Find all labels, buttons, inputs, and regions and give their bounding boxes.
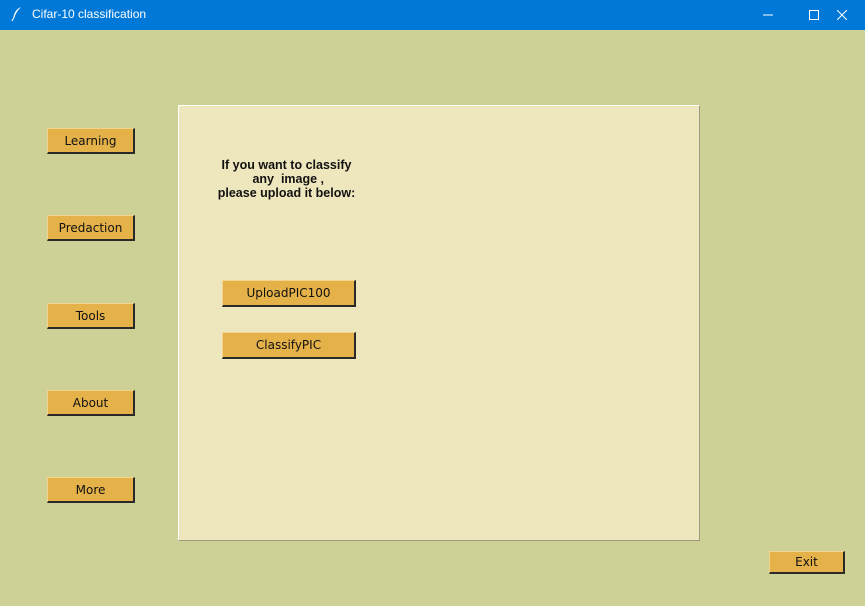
classify-pic-button[interactable]: ClassifyPIC bbox=[222, 332, 356, 359]
close-icon bbox=[837, 10, 847, 20]
exit-button[interactable]: Exit bbox=[769, 551, 845, 574]
close-button[interactable] bbox=[819, 0, 865, 30]
about-button[interactable]: About bbox=[47, 390, 135, 416]
tools-button[interactable]: Tools bbox=[47, 303, 135, 329]
feather-icon bbox=[10, 6, 24, 22]
minimize-button[interactable] bbox=[745, 0, 791, 30]
minimize-icon bbox=[763, 10, 773, 20]
app-window: Cifar-10 classification Learning Predact… bbox=[0, 0, 865, 606]
more-button[interactable]: More bbox=[47, 477, 135, 503]
title-bar[interactable]: Cifar-10 classification bbox=[0, 0, 865, 30]
upload-instructions: If you want to classify any image , plea… bbox=[217, 158, 356, 200]
maximize-icon bbox=[809, 10, 819, 20]
predaction-button[interactable]: Predaction bbox=[47, 215, 135, 241]
content-panel: If you want to classify any image , plea… bbox=[178, 105, 700, 541]
learning-button[interactable]: Learning bbox=[47, 128, 135, 154]
window-title: Cifar-10 classification bbox=[32, 7, 147, 21]
upload-pic-button[interactable]: UploadPIC100 bbox=[222, 280, 356, 307]
